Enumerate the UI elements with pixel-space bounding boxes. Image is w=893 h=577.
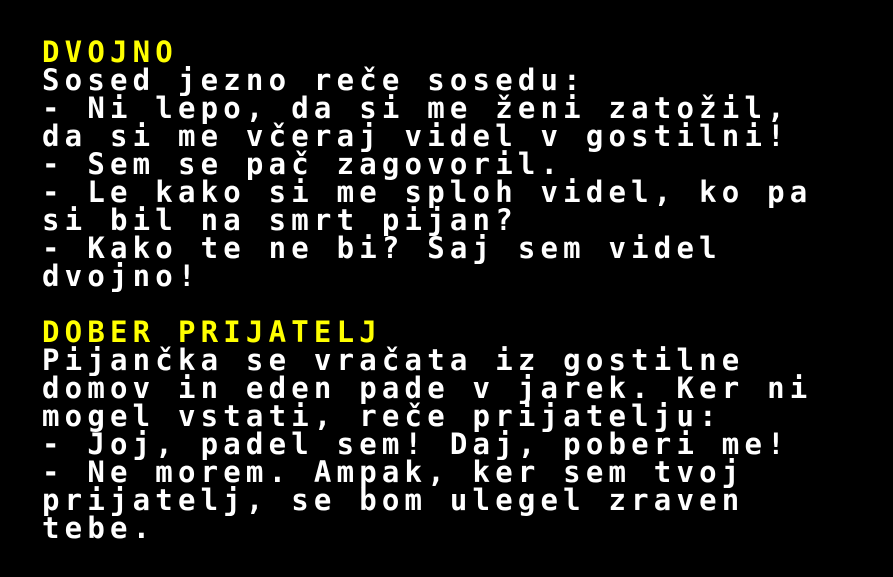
joke-line: Pijančka se vračata iz gostilne bbox=[42, 343, 745, 377]
joke-line: da si me včeraj videl v gostilni! bbox=[42, 119, 790, 153]
joke-line: mogel vstati, reče prijatelju: bbox=[42, 399, 722, 433]
joke-line: tebe. bbox=[42, 511, 156, 545]
joke-line: - Joj, padel sem! Daj, poberi me! bbox=[42, 427, 790, 461]
joke-dober-prijatelj: DOBER PRIJATELJ Pijančka se vračata iz g… bbox=[42, 315, 882, 545]
joke-dvojno: DVOJNO Sosed jezno reče sosedu: - Ni lep… bbox=[42, 35, 882, 293]
joke-line: - Ni lepo, da si me ženi zatožil, bbox=[42, 91, 790, 125]
teletext-page: DVOJNO Sosed jezno reče sosedu: - Ni lep… bbox=[42, 35, 882, 545]
joke-line: Sosed jezno reče sosedu: bbox=[42, 63, 586, 97]
joke-title: DVOJNO bbox=[42, 35, 178, 69]
joke-line: - Ne morem. Ampak, ker sem tvoj bbox=[42, 455, 745, 489]
joke-line: domov in eden pade v jarek. Ker ni bbox=[42, 371, 813, 405]
joke-line: prijatelj, se bom ulegel zraven bbox=[42, 483, 745, 517]
joke-title: DOBER PRIJATELJ bbox=[42, 315, 382, 349]
joke-line: - Sem se pač zagovoril. bbox=[42, 147, 564, 181]
joke-line: - Kako te ne bi? Saj sem videl bbox=[42, 231, 722, 265]
joke-line: si bil na smrt pijan? bbox=[42, 203, 518, 237]
joke-line: dvojno! bbox=[42, 259, 201, 293]
joke-line: - Le kako si me sploh videl, ko pa bbox=[42, 175, 813, 209]
